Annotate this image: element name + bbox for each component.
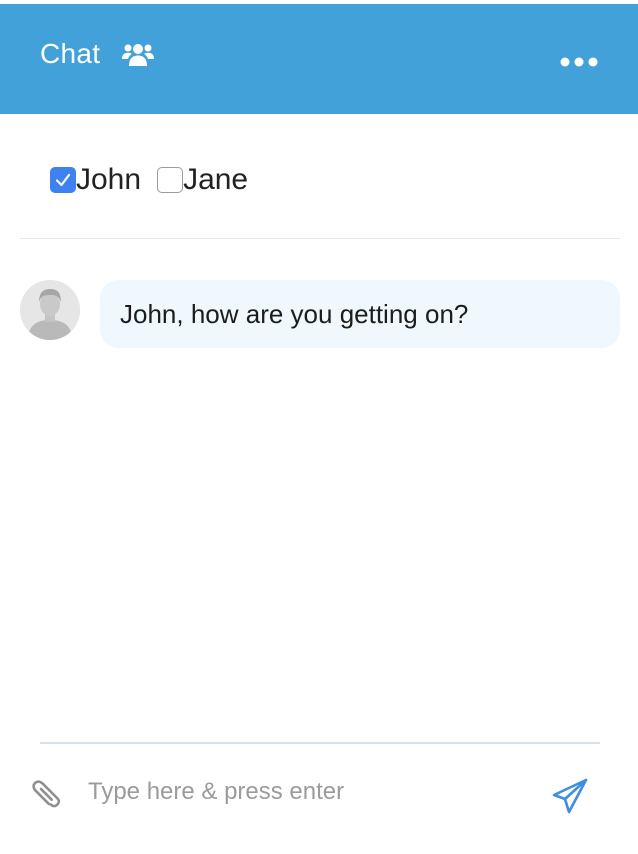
participant-john[interactable]: John xyxy=(50,162,141,198)
composer-divider xyxy=(40,742,600,744)
chat-window: Chat John Jane John, how are you getting… xyxy=(0,0,638,854)
chat-title: Chat xyxy=(40,38,101,69)
user-avatar-icon xyxy=(20,280,80,340)
participant-name-john: John xyxy=(76,163,142,196)
checkbox-jane[interactable] xyxy=(157,167,184,193)
checkmark-icon xyxy=(55,173,71,187)
participant-name-jane: Jane xyxy=(183,163,249,196)
paperclip-icon[interactable] xyxy=(26,774,66,814)
divider xyxy=(20,238,620,239)
participant-filter: John Jane xyxy=(50,162,248,198)
chat-header: Chat xyxy=(0,4,638,114)
ellipsis-horizontal-icon[interactable] xyxy=(556,50,602,74)
paper-plane-send-icon[interactable] xyxy=(550,776,590,816)
message-bubble: John, how are you getting on? xyxy=(100,280,620,348)
participant-jane[interactable]: Jane xyxy=(157,162,248,198)
users-group-icon xyxy=(122,44,154,66)
checkbox-john[interactable] xyxy=(50,167,76,193)
message-input[interactable] xyxy=(88,772,518,812)
